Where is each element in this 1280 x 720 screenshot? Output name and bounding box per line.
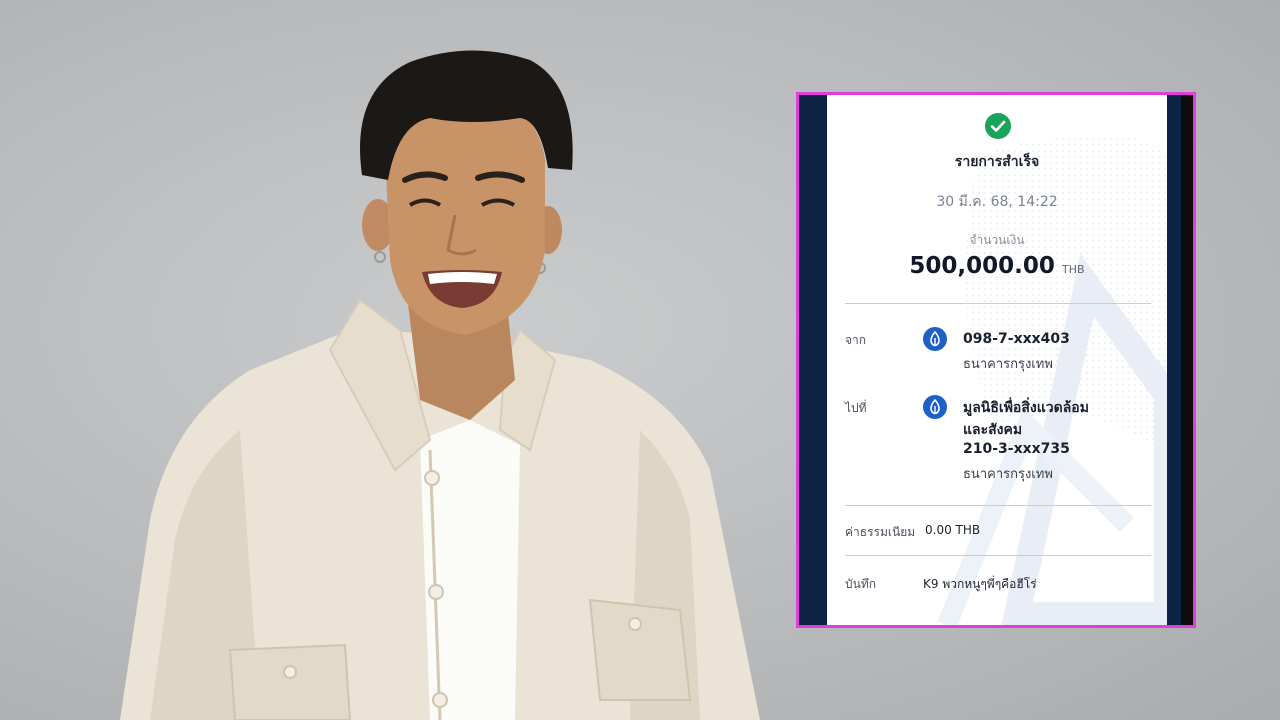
divider (845, 505, 1151, 506)
success-check-icon (985, 113, 1011, 139)
from-bank-name: ธนาคารกรุงเทพ (963, 357, 1053, 372)
from-account-number: 098-7-xxx403 (963, 331, 1070, 347)
to-label: ไปที่ (845, 401, 867, 415)
amount-value: 500,000.00 (909, 253, 1055, 279)
receipt-panel: รายการสำเร็จ 30 มี.ค. 68, 14:22 จำนวนเงิ… (827, 95, 1167, 625)
receipt-right-border (1167, 95, 1181, 625)
to-recipient-name-line1: มูลนิธิเพื่อสิ่งแวดล้อม (963, 400, 1089, 416)
bangkok-bank-icon (923, 327, 947, 351)
amount: 500,000.00 THB (827, 253, 1167, 279)
note-value: K9 พวกหนูๆพี่ๆคือฮีโร่ (923, 577, 1037, 591)
receipt-frame: รายการสำเร็จ 30 มี.ค. 68, 14:22 จำนวนเงิ… (796, 92, 1196, 628)
amount-currency: THB (1062, 263, 1085, 276)
note-label: บันทึก (845, 577, 876, 591)
bangkok-bank-icon (923, 395, 947, 419)
fee-value: 0.00 THB (925, 523, 981, 537)
to-account-number: 210-3-xxx735 (963, 441, 1070, 457)
amount-label: จำนวนเงิน (969, 233, 1025, 247)
from-label: จาก (845, 333, 867, 347)
transaction-datetime: 30 มี.ค. 68, 14:22 (936, 194, 1058, 210)
to-bank-name: ธนาคารกรุงเทพ (963, 467, 1053, 482)
to-recipient-name-line2: และสังคม (963, 422, 1023, 438)
divider (845, 303, 1151, 304)
status-title: รายการสำเร็จ (954, 154, 1040, 170)
fee-label: ค่าธรรมเนียม (845, 525, 916, 539)
receipt-left-border (799, 95, 827, 625)
person-photo (120, 50, 760, 720)
divider (845, 555, 1151, 556)
